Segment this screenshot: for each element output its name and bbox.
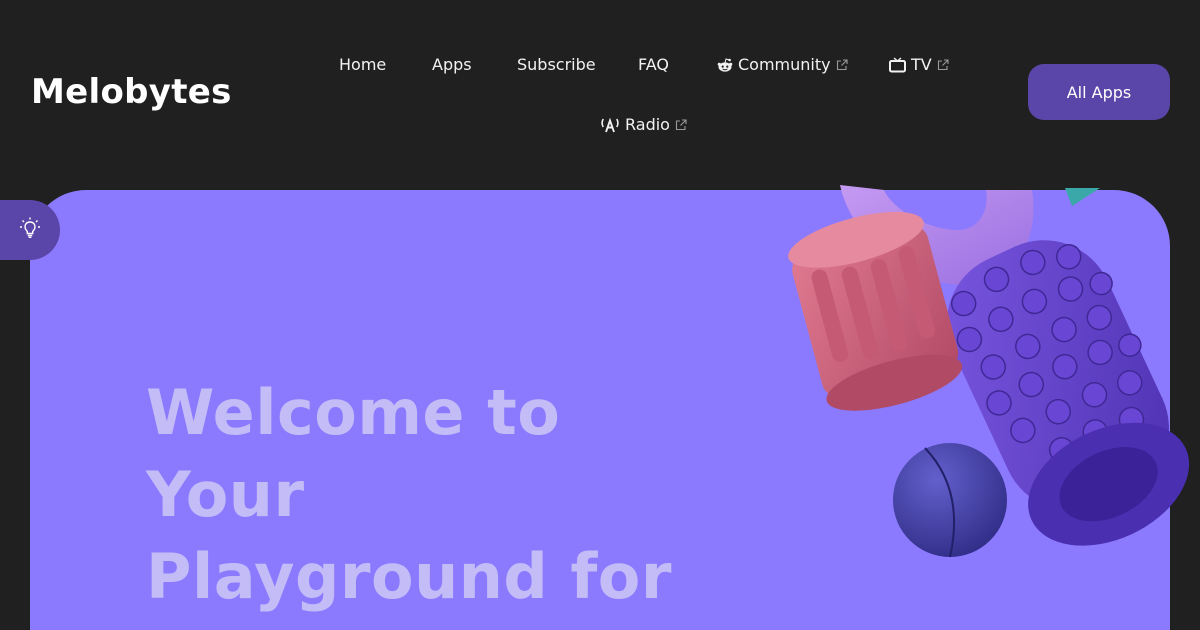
nav-subscribe-label: Subscribe — [517, 55, 596, 74]
brand-logo[interactable]: Melobytes — [31, 72, 232, 112]
hero-title-line-2: Your — [146, 458, 305, 531]
nav-faq[interactable]: FAQ — [638, 55, 669, 74]
hero-title-line-1: Welcome to — [146, 376, 561, 449]
teal-shard-shape — [1065, 188, 1100, 206]
decorative-3d-shapes — [788, 185, 1190, 558]
reddit-icon — [717, 57, 733, 73]
hero-title: Welcome to Your Playground for — [146, 372, 706, 618]
nav-radio[interactable]: Radio — [600, 115, 687, 134]
nav-home-label: Home — [339, 55, 387, 74]
lightbulb-icon — [18, 216, 42, 244]
radio-tower-icon — [600, 117, 620, 133]
tips-toggle-button[interactable] — [0, 200, 60, 260]
nav-home[interactable]: Home — [339, 55, 386, 74]
nav-radio-label: Radio — [625, 115, 670, 134]
nav-apps[interactable]: Apps — [432, 55, 472, 74]
nav-subscribe[interactable]: Subscribe — [517, 55, 596, 74]
nav-faq-label: FAQ — [638, 55, 669, 74]
ball-shape — [893, 443, 1007, 558]
hero-title-line-3: Playground for — [146, 540, 672, 613]
nav-apps-label: Apps — [432, 55, 472, 74]
external-link-icon — [675, 118, 687, 131]
